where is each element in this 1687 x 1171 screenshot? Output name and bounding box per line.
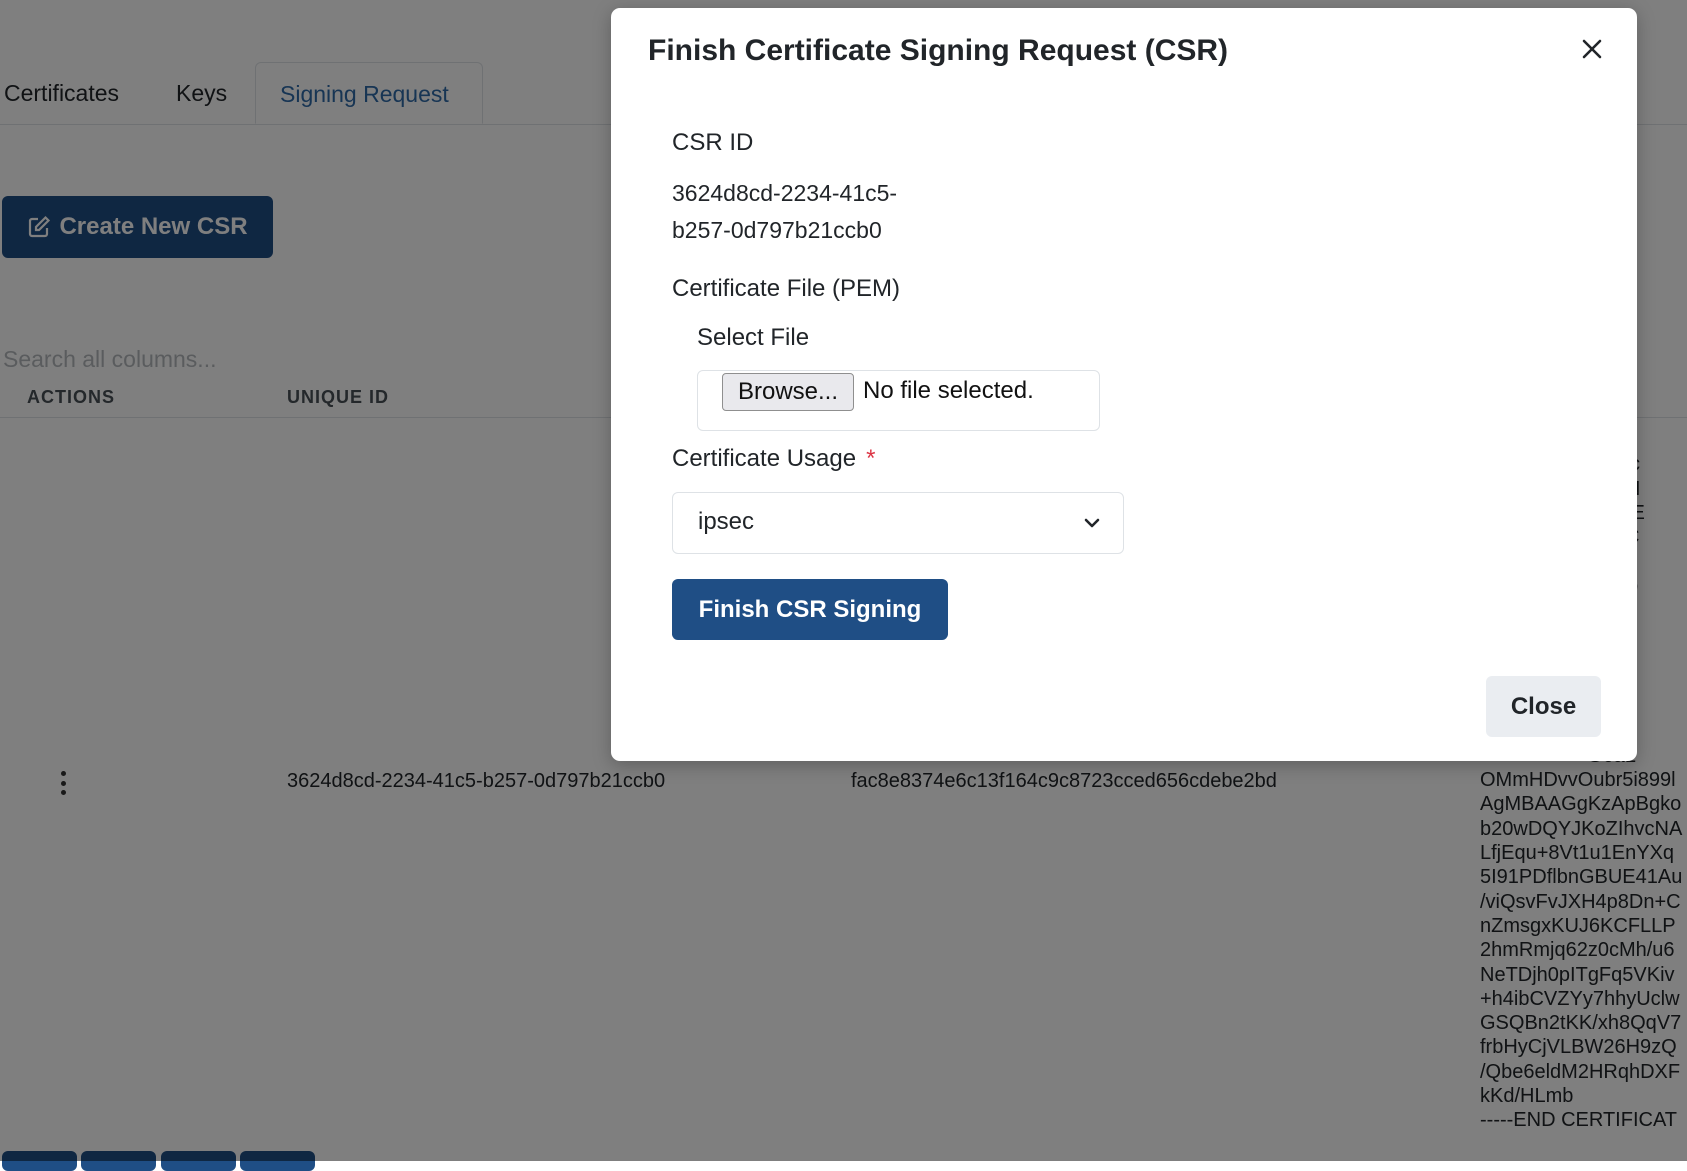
certificate-file-label: Certificate File (PEM) [672, 275, 901, 302]
csr-id-value: 3624d8cd-2234-41c5- b257-0d797b21ccb0 [672, 175, 932, 249]
close-button[interactable]: Close [1486, 676, 1601, 737]
certificate-usage-select[interactable]: ipsec [672, 492, 1124, 554]
certificate-usage-label: Certificate Usage * [672, 445, 875, 473]
certificate-usage-label-text: Certificate Usage [672, 445, 857, 472]
certificate-file-input[interactable]: Browse... No file selected. [697, 370, 1100, 431]
csr-id-line-2: b257-0d797b21ccb0 [672, 217, 882, 243]
csr-id-label: CSR ID [672, 129, 754, 156]
no-file-selected-text: No file selected. [863, 377, 1034, 404]
finish-csr-signing-button[interactable]: Finish CSR Signing [672, 579, 948, 640]
finish-csr-modal: Finish Certificate Signing Request (CSR)… [611, 8, 1637, 761]
modal-title: Finish Certificate Signing Request (CSR) [648, 34, 1229, 67]
certificate-usage-value: ipsec [698, 508, 755, 535]
select-file-label: Select File [697, 324, 810, 351]
chevron-down-icon [1084, 518, 1100, 528]
csr-id-line-1: 3624d8cd-2234-41c5- [672, 180, 898, 206]
close-icon[interactable] [1577, 34, 1607, 64]
required-marker: * [866, 445, 876, 472]
browse-button[interactable]: Browse... [722, 373, 854, 411]
